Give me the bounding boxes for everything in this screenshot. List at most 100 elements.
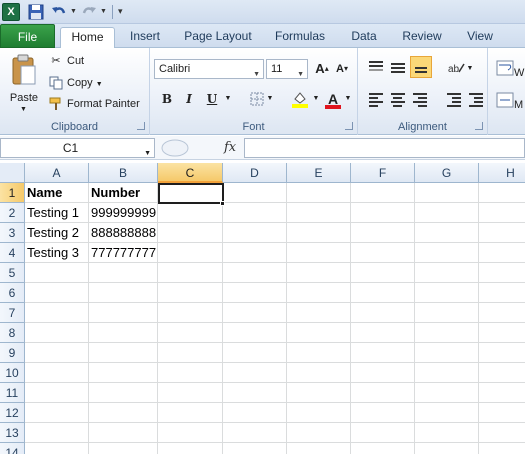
orientation-icon[interactable]: ab <box>446 60 466 78</box>
row-header-2[interactable]: 2 <box>0 203 25 223</box>
grid-cell[interactable] <box>415 303 479 323</box>
grid-cell[interactable] <box>223 283 287 303</box>
font-size-select[interactable]: 11 ▼ <box>266 59 308 79</box>
decrease-indent-icon[interactable] <box>446 92 462 107</box>
grid-cell[interactable] <box>158 243 223 263</box>
grid-cell[interactable] <box>479 343 525 363</box>
row-header-11[interactable]: 11 <box>0 383 25 403</box>
grid-cell[interactable] <box>415 403 479 423</box>
grid-cell[interactable] <box>89 283 158 303</box>
chevron-down-icon[interactable]: ▼ <box>297 66 304 84</box>
grid-cell[interactable] <box>25 263 89 283</box>
grid-cell[interactable] <box>158 203 223 223</box>
name-box[interactable]: C1 ▼ <box>0 138 155 158</box>
grid-cell[interactable] <box>351 243 415 263</box>
grid-cell[interactable] <box>158 263 223 283</box>
row-header-4[interactable]: 4 <box>0 243 25 263</box>
grid-cell[interactable] <box>287 183 351 203</box>
column-header-f[interactable]: F <box>351 163 415 183</box>
grid-cell[interactable] <box>89 383 158 403</box>
cell-a1[interactable]: Name <box>25 183 89 203</box>
grid-cell[interactable] <box>415 423 479 443</box>
grid-cell[interactable] <box>223 223 287 243</box>
cell-b4[interactable]: 777777777 <box>89 243 158 263</box>
grid-cell[interactable] <box>89 363 158 383</box>
grid-cell[interactable] <box>158 403 223 423</box>
column-header-b[interactable]: B <box>89 163 158 183</box>
grid-cell[interactable] <box>479 303 525 323</box>
chevron-down-icon[interactable]: ▼ <box>253 66 260 84</box>
fill-color-icon[interactable] <box>290 90 310 108</box>
cell-a3[interactable]: Testing 2 <box>25 223 89 243</box>
grid-cell[interactable] <box>89 323 158 343</box>
grid-cell[interactable] <box>479 243 525 263</box>
cell-a2[interactable]: Testing 1 <box>25 203 89 223</box>
grid-cell[interactable] <box>158 323 223 343</box>
grid-cell[interactable] <box>223 203 287 223</box>
tab-formulas[interactable]: Formulas <box>268 27 332 48</box>
cell-b1[interactable]: Number <box>89 183 158 203</box>
save-icon[interactable] <box>27 3 45 21</box>
row-header-14[interactable]: 14 <box>0 443 25 454</box>
chevron-down-icon[interactable]: ▼ <box>144 145 151 163</box>
grid-cell[interactable] <box>415 383 479 403</box>
grid-cell[interactable] <box>415 203 479 223</box>
grid-cell[interactable] <box>158 283 223 303</box>
grid-cell[interactable] <box>223 303 287 323</box>
grid-cell[interactable] <box>287 263 351 283</box>
grid-cell[interactable] <box>287 223 351 243</box>
grid-cell[interactable] <box>479 263 525 283</box>
redo-dropdown-icon[interactable]: ▼ <box>100 8 107 15</box>
grid-cell[interactable] <box>89 443 158 454</box>
row-header-5[interactable]: 5 <box>0 263 25 283</box>
row-header-1[interactable]: 1 <box>0 183 25 203</box>
grid-cell[interactable] <box>351 323 415 343</box>
grid-cell[interactable] <box>25 403 89 423</box>
grid-cell[interactable] <box>25 343 89 363</box>
grid-cell[interactable] <box>287 283 351 303</box>
shrink-font-icon[interactable]: A▾ <box>334 60 350 78</box>
grid-cell[interactable] <box>479 383 525 403</box>
grid-cell[interactable] <box>479 363 525 383</box>
grid-cell[interactable] <box>351 363 415 383</box>
fill-color-dropdown-icon[interactable]: ▼ <box>312 90 320 108</box>
align-bottom-icon[interactable] <box>410 56 432 78</box>
grid-cell[interactable] <box>415 223 479 243</box>
grid-cell[interactable] <box>287 323 351 343</box>
column-header-d[interactable]: D <box>223 163 287 183</box>
grid-cell[interactable] <box>158 343 223 363</box>
grid-cell[interactable] <box>415 183 479 203</box>
grid-cell[interactable] <box>89 303 158 323</box>
grid-cell[interactable] <box>158 383 223 403</box>
tab-data[interactable]: Data <box>342 27 386 48</box>
wrap-text-icon[interactable]: W <box>496 60 525 79</box>
grid-cell[interactable] <box>287 343 351 363</box>
grid-cell[interactable] <box>158 303 223 323</box>
grid-cell[interactable] <box>351 403 415 423</box>
cell-b2[interactable]: 999999999 <box>89 203 158 223</box>
grid-cell[interactable] <box>351 183 415 203</box>
align-left-icon[interactable] <box>368 92 384 107</box>
grid-cell[interactable] <box>287 303 351 323</box>
copy-button[interactable]: Copy ▼ <box>48 73 103 93</box>
grid-cell[interactable] <box>287 443 351 454</box>
merge-center-icon[interactable]: M <box>496 92 525 111</box>
orientation-dropdown-icon[interactable]: ▼ <box>466 60 474 78</box>
alignment-launcher-icon[interactable] <box>475 122 483 130</box>
grid-cell[interactable] <box>223 363 287 383</box>
grid-cell[interactable] <box>25 323 89 343</box>
grid-cell[interactable] <box>351 283 415 303</box>
row-header-3[interactable]: 3 <box>0 223 25 243</box>
excel-app-icon[interactable]: X <box>2 3 20 21</box>
paste-button[interactable]: Paste ▼ <box>4 52 44 113</box>
grid-cell[interactable] <box>415 443 479 454</box>
undo-icon[interactable] <box>50 3 68 21</box>
grid-cell[interactable] <box>287 363 351 383</box>
grid-cell[interactable] <box>223 383 287 403</box>
grid-cell[interactable] <box>223 343 287 363</box>
align-middle-icon[interactable] <box>390 60 406 74</box>
grid-cell[interactable] <box>25 303 89 323</box>
grid-cell[interactable] <box>351 223 415 243</box>
grid-cell[interactable] <box>158 443 223 454</box>
grid-cell[interactable] <box>223 323 287 343</box>
